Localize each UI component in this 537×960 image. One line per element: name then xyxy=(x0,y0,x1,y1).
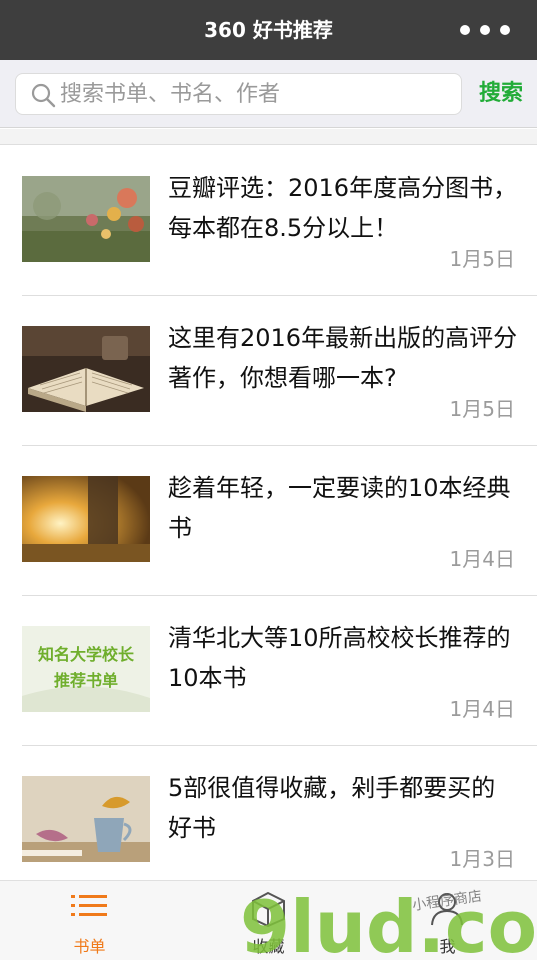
thumb-line1: 知名大学校长 xyxy=(38,645,135,664)
person-icon xyxy=(431,893,463,926)
article-list: 豆瓣评选：2016年度高分图书，每本都在8.5分以上！ 1月5日 这里有2016… xyxy=(0,146,537,896)
tab-bar: 书单 收藏 我 xyxy=(0,880,537,960)
tab-label: 我 xyxy=(439,937,456,956)
article-item[interactable]: 知名大学校长 推荐书单 清华北大等10所高校校长推荐的10本书 1月4日 xyxy=(0,596,537,746)
search-box[interactable] xyxy=(15,73,462,115)
article-date: 1月5日 xyxy=(449,247,515,271)
article-thumbnail xyxy=(22,776,150,862)
more-dot-icon xyxy=(460,25,470,35)
article-item[interactable]: 豆瓣评选：2016年度高分图书，每本都在8.5分以上！ 1月5日 xyxy=(0,146,537,296)
more-dot-icon xyxy=(480,25,490,35)
article-title: 5部很值得收藏，剁手都要买的好书 xyxy=(168,774,496,842)
article-title: 这里有2016年最新出版的高评分著作，你想看哪一本? xyxy=(168,324,518,392)
more-menu-button[interactable] xyxy=(454,18,516,42)
article-thumbnail: 知名大学校长 推荐书单 xyxy=(22,626,150,712)
article-date: 1月4日 xyxy=(449,547,515,571)
article-date: 1月4日 xyxy=(449,697,515,721)
tab-me[interactable]: 我 xyxy=(358,881,537,960)
search-icon xyxy=(31,83,56,108)
article-title: 豆瓣评选：2016年度高分图书，每本都在8.5分以上！ xyxy=(168,174,518,242)
box-icon xyxy=(252,891,285,927)
section-gap xyxy=(0,129,537,145)
tab-label: 书单 xyxy=(73,937,106,956)
list-icon xyxy=(71,895,107,916)
tab-favorites[interactable]: 收藏 xyxy=(179,881,358,960)
search-input[interactable] xyxy=(60,74,455,114)
article-thumbnail xyxy=(22,326,150,412)
article-item[interactable]: 这里有2016年最新出版的高评分著作，你想看哪一本? 1月5日 xyxy=(0,296,537,446)
article-thumbnail xyxy=(22,176,150,262)
article-date: 1月5日 xyxy=(449,397,515,421)
tab-label: 收藏 xyxy=(252,937,285,956)
thumb-line2: 推荐书单 xyxy=(54,671,118,690)
article-title: 趁着年轻，一定要读的10本经典书 xyxy=(168,474,511,542)
tab-booklist[interactable]: 书单 xyxy=(0,881,179,960)
nav-bar: 360 好书推荐 xyxy=(0,0,537,60)
more-dot-icon xyxy=(500,25,510,35)
article-item[interactable]: 5部很值得收藏，剁手都要买的好书 1月3日 xyxy=(0,746,537,896)
article-item[interactable]: 趁着年轻，一定要读的10本经典书 1月4日 xyxy=(0,446,537,596)
article-thumbnail xyxy=(22,476,150,562)
search-button[interactable]: 搜索 xyxy=(472,73,530,115)
article-title: 清华北大等10所高校校长推荐的10本书 xyxy=(168,624,511,692)
article-date: 1月3日 xyxy=(449,847,515,871)
search-bar: 搜索 xyxy=(0,60,537,128)
